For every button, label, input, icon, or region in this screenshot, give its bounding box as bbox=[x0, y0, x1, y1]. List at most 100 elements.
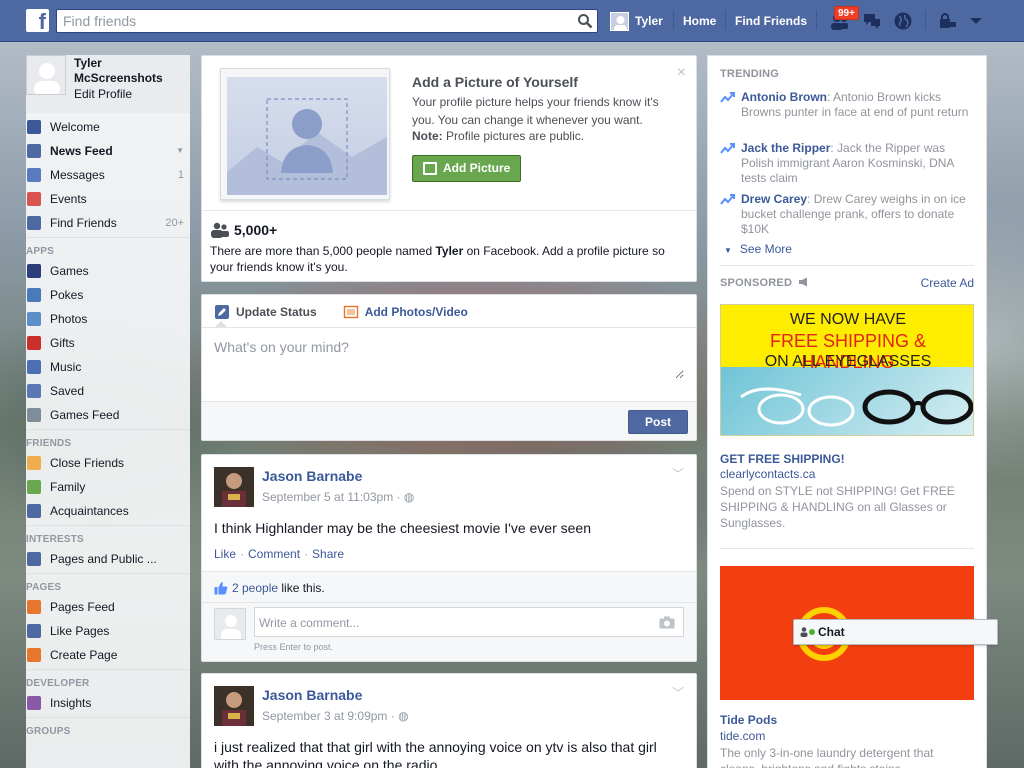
people-icon bbox=[211, 222, 229, 238]
ad-description: Spend on STYLE not SHIPPING! Get FREE SH… bbox=[720, 484, 955, 530]
sidebar-profile-picture[interactable] bbox=[26, 55, 66, 95]
like-link[interactable]: Like bbox=[214, 547, 236, 561]
news-feed-icon bbox=[27, 144, 41, 158]
post-options-chevron-down-icon[interactable]: ﹀ bbox=[672, 465, 684, 482]
sidebar-item-messages[interactable]: Messages 1 bbox=[26, 163, 190, 187]
sidebar-item-label: Pages and Public ... bbox=[50, 552, 157, 566]
add-picture-description: Your profile picture helps your friends … bbox=[412, 95, 659, 127]
sidebar-main-list: Welcome News Feed ▼ Messages 1 Events Find Fri… bbox=[26, 115, 190, 235]
status-textarea[interactable] bbox=[214, 339, 684, 379]
nav-find-friends-link[interactable]: Find Friends bbox=[735, 14, 807, 28]
sidebar-profile-name[interactable]: Tyler McScreenshots bbox=[74, 56, 188, 86]
ad-title[interactable]: Tide Pods bbox=[720, 713, 777, 727]
sidebar-developer-insights[interactable]: Insights bbox=[26, 691, 190, 715]
sidebar-app-games[interactable]: Games bbox=[26, 259, 190, 283]
sidebar-page-create-page[interactable]: Create Page bbox=[26, 643, 190, 667]
ad-url[interactable]: clearlycontacts.ca bbox=[720, 467, 815, 481]
sidebar-heading-interests[interactable]: INTERESTS bbox=[26, 525, 190, 547]
trending-item[interactable]: Jack the Ripper: Jack the Ripper was Pol… bbox=[720, 141, 970, 186]
account-menu-chevron-down-icon[interactable] bbox=[966, 11, 986, 31]
ad-image-eyeglasses[interactable]: WE NOW HAVE FREE SHIPPING & HANDLING ON … bbox=[720, 304, 974, 436]
same-name-count: 5,000+ bbox=[210, 222, 277, 238]
sidebar-developer-list: Insights bbox=[26, 691, 190, 715]
post-options-chevron-down-icon[interactable]: ﹀ bbox=[672, 684, 684, 701]
composer-divider bbox=[202, 327, 696, 328]
trending-arrow-icon bbox=[720, 92, 735, 103]
sidebar-page-pages-feed[interactable]: Pages Feed bbox=[26, 595, 190, 619]
sidebar-app-gifts[interactable]: Gifts bbox=[26, 331, 190, 355]
sidebar-item-welcome[interactable]: Welcome bbox=[26, 115, 190, 139]
add-picture-button[interactable]: Add Picture bbox=[412, 155, 521, 182]
post-timestamp[interactable]: September 3 at 9:09pm · ◍ bbox=[262, 709, 409, 723]
post-author-name[interactable]: Jason Barnabe bbox=[262, 468, 362, 484]
eyeglasses-icon bbox=[740, 387, 973, 427]
sidebar-friends-list: Close Friends Family Acquaintances bbox=[26, 451, 190, 523]
events-calendar-icon bbox=[27, 192, 41, 206]
chat-tab[interactable]: Chat bbox=[793, 619, 998, 645]
create-ad-link[interactable]: Create Ad bbox=[921, 276, 974, 290]
facebook-logo[interactable]: f bbox=[26, 9, 49, 32]
close-icon[interactable]: × bbox=[677, 64, 686, 82]
sidebar-app-pokes[interactable]: Pokes bbox=[26, 283, 190, 307]
sidebar-heading-groups[interactable]: GROUPS bbox=[26, 717, 190, 739]
post-author-name[interactable]: Jason Barnabe bbox=[262, 687, 362, 703]
like-summary: 2 people like this. bbox=[214, 581, 325, 595]
edit-profile-link[interactable]: Edit Profile bbox=[74, 87, 132, 101]
camera-icon[interactable] bbox=[659, 616, 675, 629]
ad-url[interactable]: tide.com bbox=[720, 729, 765, 743]
sidebar-item-label: Like Pages bbox=[50, 624, 110, 638]
sidebar-friends-close-friends[interactable]: Close Friends bbox=[26, 451, 190, 475]
notifications-globe-icon[interactable] bbox=[893, 11, 913, 31]
search-icon[interactable] bbox=[577, 13, 593, 29]
search-input[interactable] bbox=[63, 12, 563, 30]
welcome-fb-icon bbox=[27, 120, 41, 134]
see-more-link[interactable]: ▼ See More bbox=[724, 242, 792, 256]
share-link[interactable]: Share bbox=[312, 547, 344, 561]
games-feed-controller-icon bbox=[27, 408, 41, 422]
top-bar: f Tyler Home Find Friends 99+ bbox=[0, 0, 1024, 42]
post-timestamp[interactable]: September 5 at 11:03pm · ◍ bbox=[262, 490, 414, 504]
sidebar-item-label: Welcome bbox=[50, 120, 100, 134]
tab-add-photos-video[interactable]: Add Photos/Video bbox=[343, 304, 468, 326]
trending-topic: Jack the Ripper bbox=[741, 141, 831, 155]
trending-arrow-icon bbox=[720, 194, 735, 205]
sidebar-item-news-feed[interactable]: News Feed ▼ bbox=[26, 139, 190, 163]
sidebar-app-photos[interactable]: Photos bbox=[26, 307, 190, 331]
sidebar-interest-pages-and-public[interactable]: Pages and Public ... bbox=[26, 547, 190, 571]
post-author-avatar[interactable] bbox=[214, 467, 254, 507]
sidebar-pages-list: Pages Feed Like Pages Create Page bbox=[26, 595, 190, 667]
sidebar-app-music[interactable]: Music bbox=[26, 355, 190, 379]
comment-link[interactable]: Comment bbox=[248, 547, 300, 561]
ad-title[interactable]: GET FREE SHIPPING! bbox=[720, 452, 845, 466]
public-globe-icon: ◍ bbox=[403, 490, 415, 504]
sidebar-page-like-pages[interactable]: Like Pages bbox=[26, 619, 190, 643]
comment-input[interactable] bbox=[259, 614, 649, 632]
sidebar-app-saved[interactable]: Saved bbox=[26, 379, 190, 403]
sidebar-friends-family[interactable]: Family bbox=[26, 475, 190, 499]
sidebar-heading-pages[interactable]: PAGES bbox=[26, 573, 190, 595]
sidebar-item-label: Events bbox=[50, 192, 87, 206]
insights-chart-icon bbox=[27, 696, 41, 710]
likers-link[interactable]: 2 people bbox=[232, 581, 278, 595]
trending-item[interactable]: Drew Carey: Drew Carey weighs in on ice … bbox=[720, 192, 970, 237]
sidebar-item-find-friends[interactable]: Find Friends 20+ bbox=[26, 211, 190, 235]
chevron-down-icon: ▼ bbox=[724, 246, 732, 255]
news-feed-options-chevron-down-icon[interactable]: ▼ bbox=[176, 139, 184, 163]
sidebar-friends-acquaintances[interactable]: Acquaintances bbox=[26, 499, 190, 523]
messages-icon[interactable] bbox=[862, 11, 882, 31]
tab-update-status[interactable]: Update Status bbox=[214, 304, 317, 326]
sidebar-heading-friends[interactable]: FRIENDS bbox=[26, 429, 190, 451]
profile-picture-illustration bbox=[220, 68, 390, 200]
privacy-shortcuts-icon[interactable] bbox=[938, 11, 958, 31]
trending-item[interactable]: Antonio Brown: Antonio Brown kicks Brown… bbox=[720, 90, 970, 120]
sidebar-app-games-feed[interactable]: Games Feed bbox=[26, 403, 190, 427]
nav-profile-link[interactable]: Tyler bbox=[610, 10, 663, 32]
sidebar-heading-developer[interactable]: DEVELOPER bbox=[26, 669, 190, 691]
pencil-icon bbox=[215, 305, 229, 319]
post-author-avatar[interactable] bbox=[214, 686, 254, 726]
sidebar-heading-apps[interactable]: APPS bbox=[26, 237, 190, 259]
post-button[interactable]: Post bbox=[628, 410, 688, 434]
nav-home-link[interactable]: Home bbox=[683, 14, 716, 28]
sidebar-item-events[interactable]: Events bbox=[26, 187, 190, 211]
nav-divider bbox=[925, 10, 926, 30]
